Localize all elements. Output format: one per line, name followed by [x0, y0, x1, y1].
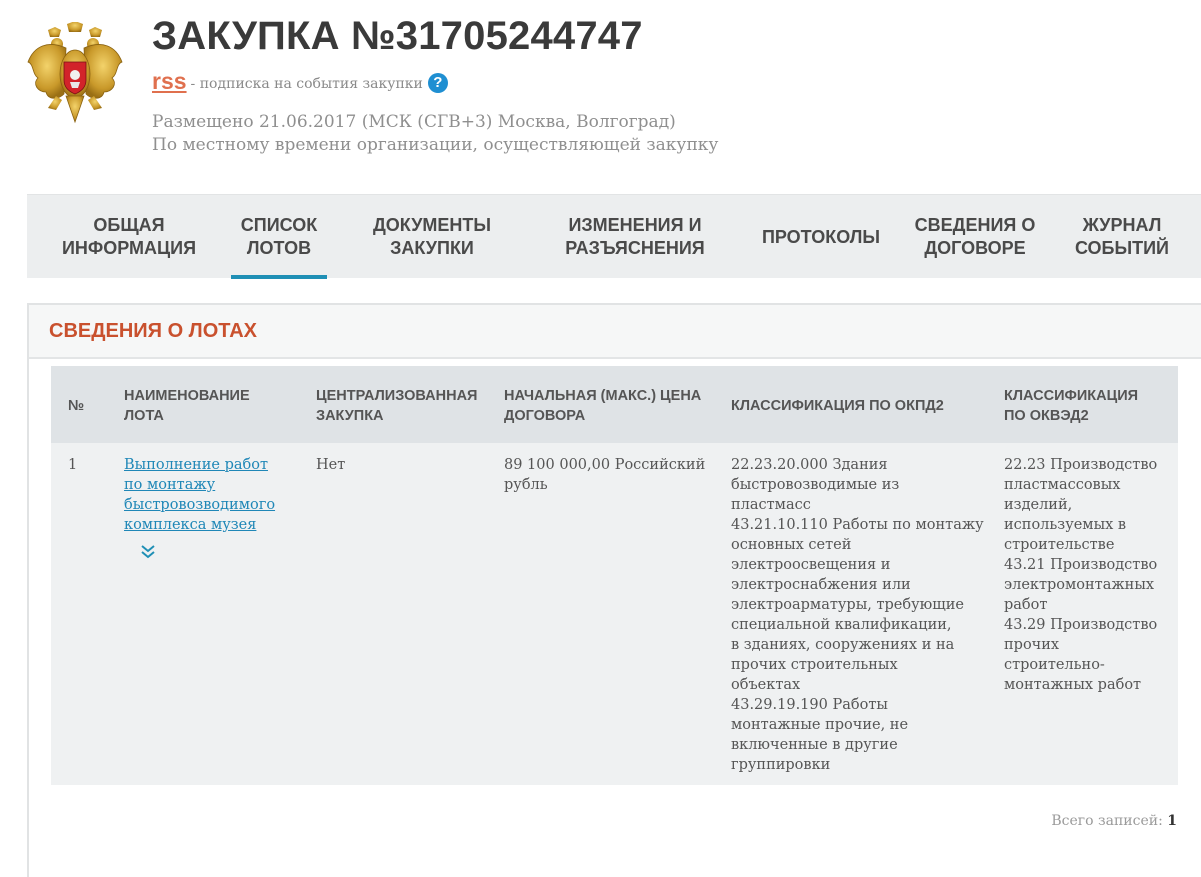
col-num: №	[68, 398, 85, 414]
table-header: № Наименование лота Централизованная зак…	[51, 366, 1178, 443]
col-price: Начальная (макс.) цена договора	[504, 388, 702, 424]
tab-bar: Общая информация Список лотов Документы зак…	[27, 194, 1201, 279]
placement-info: Размещено 21.06.2017 (МСК (СГВ+3) Москва…	[152, 111, 718, 157]
cell-name: Выполнение работ по монтажу быстровозвод…	[124, 455, 275, 535]
tab-contract-info[interactable]: Сведения о договоре	[912, 195, 1038, 279]
table-row: 1 Выполнение работ по монтажу быстровозв…	[51, 443, 1178, 785]
panel-header: Сведения о лотах	[29, 305, 1201, 359]
rss-subscription: rss - подписка на события закупки ?	[152, 68, 448, 95]
coat-of-arms-logo	[27, 22, 123, 124]
lots-panel: Сведения о лотах № Наименование лота Цен…	[27, 303, 1201, 877]
tab-event-log[interactable]: Журнал событий	[1067, 195, 1177, 279]
section-title: Сведения о лотах	[49, 319, 258, 342]
col-okpd2: Классификация по ОКПД2	[731, 398, 944, 414]
timezone-note: По местному времени организации, осущест…	[152, 135, 719, 155]
cell-centralized: Нет	[316, 457, 346, 473]
lots-table: № Наименование лота Централизованная зак…	[51, 366, 1178, 785]
cell-num: 1	[68, 457, 78, 473]
rss-note: - подписка на события закупки	[190, 75, 423, 92]
tab-lot-list[interactable]: Список лотов	[231, 195, 327, 279]
records-count: 1	[1167, 813, 1177, 829]
lot-name-link[interactable]: Выполнение работ по монтажу быстровозвод…	[124, 455, 275, 535]
col-centralized: Централизованная закупка	[316, 388, 478, 424]
col-okved2: Классификация по ОКВЭД2	[1004, 388, 1139, 424]
tab-protocols[interactable]: Протоколы	[757, 195, 885, 279]
records-total: Всего записей: 1	[1051, 813, 1177, 829]
rss-link[interactable]: rss	[152, 68, 189, 95]
cell-okpd2: 22.23.20.000 Здания быстровозводимые из …	[731, 457, 984, 773]
tab-documents[interactable]: Документы закупки	[362, 195, 502, 279]
cell-okved2: 22.23 Производство пластмассовых изделий…	[1004, 457, 1158, 693]
page-title: ЗАКУПКА №31705244747	[152, 14, 643, 58]
col-name: Наименование лота	[124, 388, 250, 424]
cell-price: 89 100 000,00 Российский рубль	[504, 457, 706, 493]
placement-date: Размещено 21.06.2017 (МСК (СГВ+3) Москва…	[152, 112, 676, 132]
double-chevron-down-icon[interactable]	[139, 543, 157, 561]
tab-general-info[interactable]: Общая информация	[49, 195, 209, 279]
tab-changes[interactable]: Изменения и разъяснения	[557, 195, 713, 279]
question-circle-icon[interactable]: ?	[427, 72, 448, 93]
